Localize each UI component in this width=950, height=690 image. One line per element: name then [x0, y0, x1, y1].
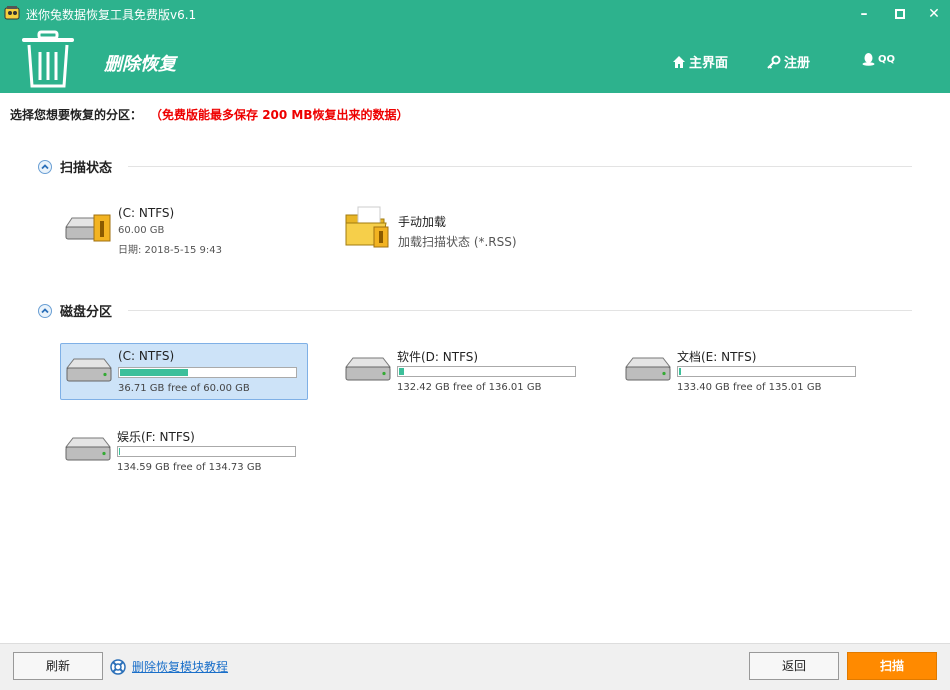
- nav-home[interactable]: 主界面: [672, 52, 728, 71]
- lifebuoy-icon: [110, 658, 126, 675]
- scan-button[interactable]: 扫描: [847, 652, 937, 680]
- hard-drive-icon: [624, 357, 672, 381]
- divider: [128, 166, 912, 167]
- usage-bar: [118, 367, 297, 378]
- home-icon: [673, 55, 685, 68]
- app-logo-icon: [4, 6, 20, 20]
- nav-qq[interactable]: QQ: [862, 52, 895, 66]
- nav-register[interactable]: 注册: [767, 52, 810, 71]
- close-button[interactable]: ✕: [922, 4, 946, 24]
- usage-bar-fill: [120, 369, 188, 376]
- partition-e[interactable]: 文档(E: NTFS) 133.40 GB free of 135.01 GB: [620, 343, 868, 400]
- refresh-button[interactable]: 刷新: [13, 652, 103, 680]
- back-button[interactable]: 返回: [749, 652, 839, 680]
- scan-record-c[interactable]: (C: NTFS) 60.00 GB 日期: 2018-5-15 9:43: [64, 205, 284, 260]
- trash-bin-icon: [22, 30, 74, 88]
- manual-load-item[interactable]: 手动加载 加载扫描状态 (*.RSS): [344, 205, 564, 255]
- partition-c[interactable]: (C: NTFS) 36.71 GB free of 60.00 GB: [60, 343, 308, 400]
- bottom-bar: 刷新 删除恢复模块教程 返回 扫描: [0, 643, 950, 690]
- app-header: 删除恢复 主界面 注册 QQ: [0, 28, 950, 93]
- usage-bar-fill: [399, 368, 404, 375]
- collapse-up-icon[interactable]: [38, 303, 52, 318]
- usage-bar-fill: [679, 368, 682, 375]
- partition-prompt: 选择您想要恢复的分区： （免费版能最多保存 200 MB恢复出来的数据）: [10, 108, 409, 122]
- scan-section-title: 扫描状态: [60, 161, 113, 176]
- usage-bar-fill: [119, 448, 121, 455]
- hard-drive-icon: [344, 357, 392, 381]
- usage-bar: [677, 366, 856, 377]
- usage-bar: [397, 366, 576, 377]
- collapse-up-icon[interactable]: [38, 159, 52, 174]
- free-limit-note: （免费版能最多保存 200 MB恢复出来的数据）: [156, 108, 409, 122]
- scan-section-header[interactable]: 扫描状态: [38, 157, 912, 176]
- title-bar: 迷你兔数据恢复工具免费版v6.1 – ✕: [0, 0, 950, 28]
- disk-section-title: 磁盘分区: [60, 305, 113, 320]
- window-title: 迷你兔数据恢复工具免费版v6.1: [26, 8, 197, 22]
- divider: [128, 310, 912, 311]
- minimize-button[interactable]: –: [852, 4, 876, 24]
- hard-drive-icon: [64, 437, 112, 461]
- partition-d[interactable]: 软件(D: NTFS) 132.42 GB free of 136.01 GB: [340, 343, 588, 400]
- tutorial-link[interactable]: 删除恢复模块教程: [110, 658, 228, 675]
- usage-bar: [117, 446, 296, 457]
- maximize-icon: [895, 9, 905, 19]
- module-title: 删除恢复: [104, 54, 176, 75]
- qq-penguin-icon: [862, 53, 875, 66]
- partition-f[interactable]: 娱乐(F: NTFS) 134.59 GB free of 134.73 GB: [60, 423, 308, 480]
- hard-drive-with-folder-icon: [65, 214, 111, 242]
- disk-section-header[interactable]: 磁盘分区: [38, 301, 912, 320]
- key-icon: [767, 55, 781, 69]
- hard-drive-icon: [65, 358, 113, 382]
- maximize-button[interactable]: [888, 4, 912, 24]
- folder-load-icon: [345, 206, 389, 248]
